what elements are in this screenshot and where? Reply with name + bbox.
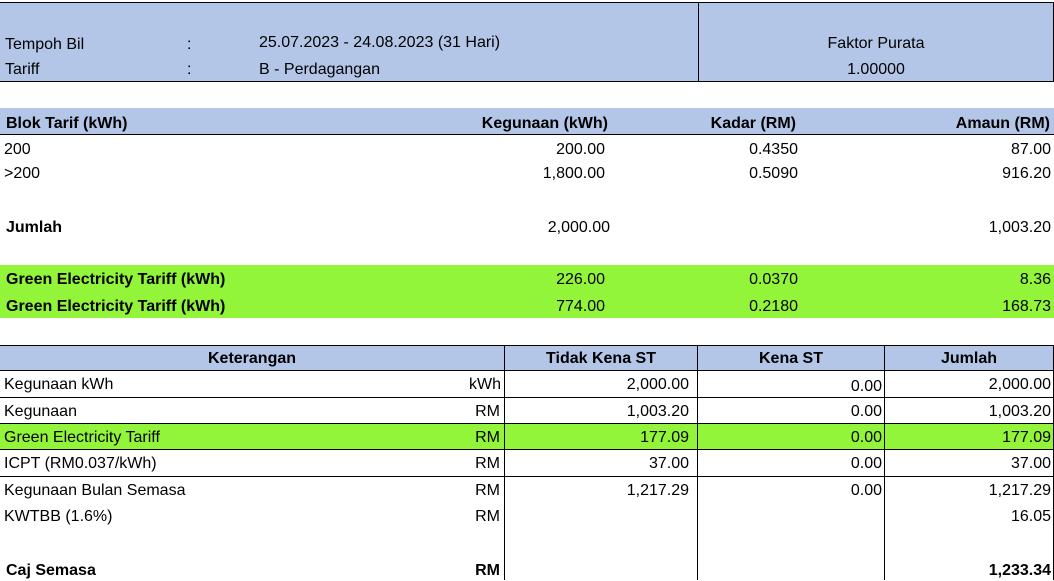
blok-header-amaun: Amaun (RM) <box>955 115 1050 132</box>
summary-row-5-unit: RM <box>475 482 500 499</box>
blok-row-1-kegunaan: 200.00 <box>556 141 605 158</box>
jumlah-kegunaan: 2,000.00 <box>547 219 610 236</box>
summary-row-2-jumlah: 1,003.20 <box>988 403 1051 420</box>
summary-row-4-tidak: 37.00 <box>648 455 689 472</box>
caj-semasa-unit: RM <box>475 562 500 579</box>
faktor-label: Faktor Purata <box>827 35 925 52</box>
blok-row-2-amaun: 916.20 <box>1002 165 1051 182</box>
summary-row-5-kena: 0.00 <box>850 482 882 499</box>
summary-row-1-label: Kegunaan kWh <box>4 376 114 393</box>
summary-row-6-unit: RM <box>475 508 500 525</box>
blok-row-2-kadar: 0.5090 <box>749 165 798 182</box>
summary-row-1-tidak: 2,000.00 <box>626 376 689 393</box>
summary-row-1-jumlah: 2,000.00 <box>988 376 1051 393</box>
summary-row-2-unit: RM <box>475 403 500 420</box>
tempoh-colon: : <box>187 36 192 53</box>
green-row-1-kegunaan: 226.00 <box>556 271 605 288</box>
summary-header-keterangan: Keterangan <box>207 350 297 367</box>
caj-semasa-jumlah: 1,233.34 <box>988 562 1051 579</box>
summary-row-4-label: ICPT (RM0.037/kWh) <box>4 455 157 472</box>
summary-row-5-label: Kegunaan Bulan Semasa <box>4 482 186 499</box>
summary-row-3-tidak: 177.09 <box>640 429 689 446</box>
jumlah-amaun: 1,003.20 <box>988 219 1051 236</box>
summary-row-3-label: Green Electricity Tariff <box>4 429 160 446</box>
tempoh-value: 25.07.2023 - 24.08.2023 (31 Hari) <box>259 34 501 51</box>
summary-row-3-jumlah: 177.09 <box>1002 429 1051 446</box>
summary-header-jumlah: Jumlah <box>940 350 997 367</box>
blok-row-2-blok: >200 <box>4 165 41 182</box>
tariff-value: B - Perdagangan <box>259 61 380 78</box>
summary-row-6-label: KWTBB (1.6%) <box>4 508 113 525</box>
summary-header-kena-st: Kena ST <box>758 350 823 367</box>
blok-row-1-amaun: 87.00 <box>1010 141 1051 158</box>
green-row-1-amaun: 8.36 <box>1019 271 1051 288</box>
blok-row-2-kegunaan: 1,800.00 <box>542 165 605 182</box>
summary-row-3-unit: RM <box>475 429 500 446</box>
summary-row-6-jumlah: 16.05 <box>1010 508 1051 525</box>
summary-row-4-unit: RM <box>475 455 500 472</box>
summary-header-tidak-kena-st: Tidak Kena ST <box>546 350 656 367</box>
summary-row-2-label: Kegunaan <box>4 403 77 420</box>
caj-semasa-label: Caj Semasa <box>6 562 96 579</box>
tempoh-label: Tempoh Bil <box>5 36 85 53</box>
summary-row-1-kena: 0.00 <box>850 378 882 395</box>
green-row-1-kadar: 0.0370 <box>749 271 798 288</box>
green-row-2-kegunaan: 774.00 <box>556 298 605 315</box>
blok-header-kegunaan: Kegunaan (kWh) <box>481 115 608 132</box>
summary-row-5-tidak: 1,217.29 <box>626 482 689 499</box>
summary-row-3-kena: 0.00 <box>850 429 882 446</box>
faktor-value: 1.00000 <box>847 61 905 78</box>
blok-header-kadar: Kadar (RM) <box>710 115 796 132</box>
summary-row-2-tidak: 1,003.20 <box>626 403 689 420</box>
summary-row-4-kena: 0.00 <box>850 455 882 472</box>
summary-row-2-kena: 0.00 <box>850 403 882 420</box>
jumlah-label: Jumlah <box>6 219 63 236</box>
blok-row-1-blok: 200 <box>4 141 31 158</box>
green-row-1-label: Green Electricity Tariff (kWh) <box>6 271 226 288</box>
tariff-colon: : <box>187 61 192 78</box>
green-row-2-label: Green Electricity Tariff (kWh) <box>6 298 226 315</box>
blok-row-1-kadar: 0.4350 <box>749 141 798 158</box>
summary-row-4-jumlah: 37.00 <box>1010 455 1051 472</box>
blok-header-blok: Blok Tarif (kWh) <box>6 115 128 132</box>
green-row-2-amaun: 168.73 <box>1002 298 1051 315</box>
summary-row-5-jumlah: 1,217.29 <box>988 482 1051 499</box>
green-row-2-kadar: 0.2180 <box>749 298 798 315</box>
summary-row-1-unit: kWh <box>469 376 501 393</box>
tariff-label: Tariff <box>5 61 40 78</box>
